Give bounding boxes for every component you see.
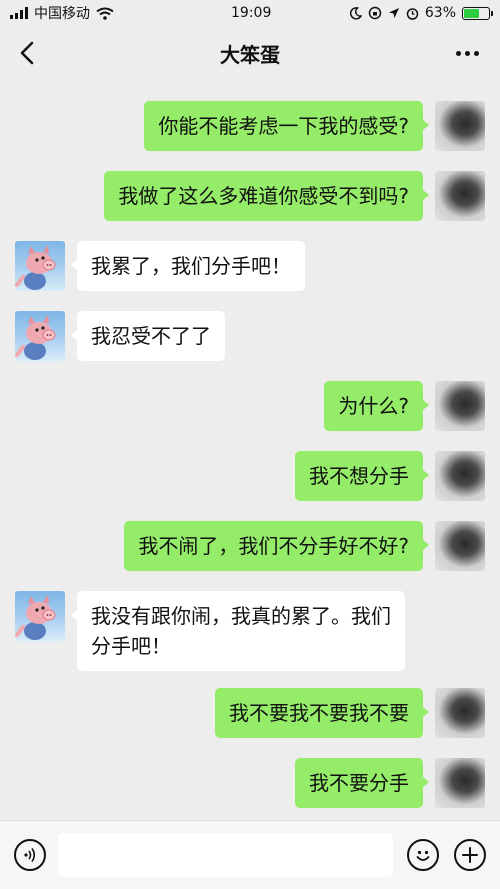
message-bubble[interactable]: 我不要分手	[295, 758, 429, 808]
voice-button[interactable]	[14, 839, 46, 871]
voice-icon	[24, 848, 36, 862]
pig-avatar-icon	[15, 245, 56, 290]
more-button[interactable]	[452, 38, 482, 68]
emoji-icon	[416, 850, 430, 861]
status-bar: 中国移动 19:09 63%	[0, 0, 500, 26]
message-sent[interactable]: 我不要我不要我不要	[215, 688, 485, 738]
battery-fill	[464, 8, 480, 18]
avatar-self[interactable]	[435, 758, 485, 808]
message-input[interactable]	[58, 833, 393, 877]
wifi-icon	[96, 7, 114, 20]
add-button[interactable]	[454, 839, 486, 871]
location-icon	[388, 8, 399, 18]
back-button[interactable]	[14, 38, 44, 68]
status-left: 中国移动	[10, 3, 114, 23]
chevron-left-icon	[20, 41, 34, 65]
status-right: 63%	[349, 5, 493, 21]
nav-bar: 大笨蛋	[0, 26, 500, 80]
page-title: 大笨蛋	[220, 42, 280, 67]
input-bar	[0, 820, 500, 889]
signal-icon	[10, 7, 28, 19]
plus-icon	[462, 847, 478, 863]
message-bubble[interactable]: 我不要我不要我不要	[215, 688, 429, 738]
avatar-self[interactable]	[435, 451, 485, 501]
message-bubble[interactable]: 我不闹了，我们不分手好不好?	[124, 521, 429, 571]
rotation-lock-icon	[368, 6, 382, 20]
message-line: 分手吧！	[91, 634, 171, 658]
message-received[interactable]: 我累了，我们分手吧！	[15, 241, 305, 291]
clock: 19:09	[231, 5, 272, 21]
alarm-icon	[406, 7, 419, 20]
message-received[interactable]: 我忍受不了了	[15, 311, 225, 361]
avatar-contact[interactable]	[15, 591, 65, 641]
more-dots-icon	[455, 50, 461, 56]
avatar-contact[interactable]	[15, 311, 65, 361]
avatar-self[interactable]	[435, 381, 485, 431]
message-sent[interactable]: 我不想分手	[295, 451, 485, 501]
message-sent[interactable]: 我做了这么多难道你感受不到吗?	[104, 171, 485, 221]
battery-icon	[462, 6, 493, 20]
message-sent[interactable]: 我不要分手	[295, 758, 485, 808]
message-sent[interactable]: 为什么?	[324, 381, 485, 431]
message-bubble[interactable]: 我做了这么多难道你感受不到吗?	[104, 171, 429, 221]
battery-percent: 63%	[424, 5, 456, 21]
message-bubble[interactable]: 我没有跟你闹，我真的累了。我们 分手吧！	[71, 591, 405, 671]
moon-icon	[349, 6, 362, 20]
message-bubble[interactable]: 你能不能考虑一下我的感受?	[144, 101, 429, 151]
avatar-self[interactable]	[435, 521, 485, 571]
pig-avatar-icon	[15, 315, 56, 360]
message-sent[interactable]: 我不闹了，我们不分手好不好?	[124, 521, 485, 571]
message-bubble[interactable]: 我累了，我们分手吧！	[71, 241, 305, 291]
avatar-self[interactable]	[435, 101, 485, 151]
emoji-button[interactable]	[407, 839, 439, 871]
message-bubble[interactable]: 为什么?	[324, 381, 429, 431]
pig-avatar-icon	[15, 595, 56, 640]
message-received[interactable]: 我没有跟你闹，我真的累了。我们 分手吧！	[15, 591, 405, 671]
message-sent[interactable]: 你能不能考虑一下我的感受?	[144, 101, 485, 151]
carrier-label: 中国移动	[34, 6, 90, 22]
message-line: 我没有跟你闹，我真的累了。我们	[91, 604, 391, 628]
avatar-contact[interactable]	[15, 241, 65, 291]
avatar-self[interactable]	[435, 688, 485, 738]
message-bubble[interactable]: 我忍受不了了	[71, 311, 225, 361]
avatar-self[interactable]	[435, 171, 485, 221]
message-bubble[interactable]: 我不想分手	[295, 451, 429, 501]
